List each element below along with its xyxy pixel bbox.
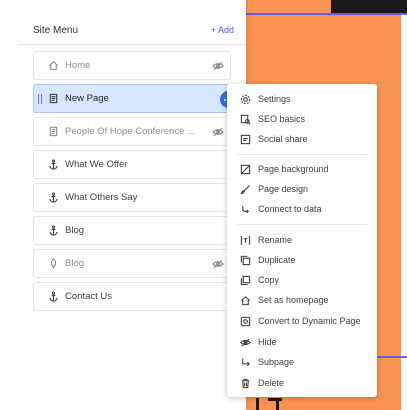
menu-item-label: Copy <box>258 275 280 285</box>
page-item-label: Blog <box>65 225 85 236</box>
page-item-label: People Of Hope Conference ... <box>65 126 195 137</box>
menu-item-label: Subpage <box>258 357 295 367</box>
page-item-label: New Page <box>65 93 109 104</box>
home-icon <box>239 294 251 306</box>
menu-item-hide[interactable]: Hide <box>227 332 377 352</box>
hidden-eye-icon <box>212 126 224 138</box>
canvas-guide-line-lower <box>376 356 407 358</box>
page-item-label: What We Offer <box>65 159 128 170</box>
page-item-contact-us[interactable]: Contact Us <box>33 282 231 311</box>
menu-item-label: Set as homepage <box>258 295 329 305</box>
anchor-icon <box>47 191 60 204</box>
menu-item-convert-to-dynamic-page[interactable]: Convert to Dynamic Page <box>227 311 377 331</box>
menu-item-subpage[interactable]: Subpage <box>227 352 377 372</box>
menu-item-copy[interactable]: Copy <box>227 270 377 290</box>
canvas-element-fragment <box>250 396 288 410</box>
page-item-label: Blog <box>65 258 85 269</box>
dynamic-page-icon <box>239 315 251 327</box>
page-item-people-of-hope[interactable]: People Of Hope Conference ... <box>33 117 231 146</box>
menu-item-label: SEO basics <box>258 114 306 124</box>
hidden-eye-icon <box>212 258 224 270</box>
hide-icon <box>239 336 251 348</box>
gear-icon <box>239 93 251 105</box>
anchor-icon <box>47 158 60 171</box>
connect-data-icon <box>239 203 251 215</box>
site-menu-title: Site Menu <box>33 24 79 36</box>
menu-item-label: Rename <box>258 235 293 245</box>
page-list: Home New Page People Of Hope Conference … <box>33 51 237 315</box>
rename-icon <box>239 234 251 246</box>
subpage-icon <box>239 356 251 368</box>
menu-item-page-background[interactable]: Page background <box>227 159 377 179</box>
menu-item-label: Delete <box>258 378 285 388</box>
page-context-menu: Settings SEO basics Social share Page ba… <box>227 84 377 397</box>
home-icon <box>47 59 60 72</box>
add-page-button[interactable]: + Add <box>211 25 234 35</box>
page-item-label: What Others Say <box>65 192 138 203</box>
menu-item-label: Hide <box>258 337 277 347</box>
page-item-blog-page[interactable]: Blog <box>33 249 231 278</box>
menu-item-label: Duplicate <box>258 255 296 265</box>
page-item-home[interactable]: Home <box>33 51 231 80</box>
page-item-label: Home <box>65 60 91 71</box>
menu-item-connect-to-data[interactable]: Connect to data <box>227 199 377 219</box>
menu-divider <box>237 224 367 225</box>
trash-icon <box>239 377 251 389</box>
canvas-guide-line <box>246 13 407 15</box>
menu-item-page-design[interactable]: Page design <box>227 179 377 199</box>
page-icon <box>47 92 60 105</box>
menu-item-label: Social share <box>258 134 308 144</box>
menu-item-label: Page background <box>258 164 329 174</box>
menu-item-label: Settings <box>258 94 291 104</box>
menu-item-settings[interactable]: Settings <box>227 89 377 109</box>
canvas-header-strip <box>331 0 407 14</box>
page-item-what-we-offer[interactable]: What We Offer <box>33 150 231 179</box>
anchor-icon <box>47 224 60 237</box>
menu-item-label: Page design <box>258 184 309 194</box>
hidden-eye-icon <box>212 60 224 72</box>
drag-handle-icon[interactable] <box>38 94 42 104</box>
site-menu-panel: Site Menu + Add Home New Page People Of … <box>19 0 246 410</box>
menu-item-set-as-homepage[interactable]: Set as homepage <box>227 290 377 310</box>
brush-icon <box>239 183 251 195</box>
menu-item-rename[interactable]: Rename <box>227 230 377 250</box>
page-item-new-page[interactable]: New Page <box>33 84 237 113</box>
page-item-label: Contact Us <box>65 291 112 302</box>
menu-item-seo-basics[interactable]: SEO basics <box>227 109 377 129</box>
anchor-icon <box>47 290 60 303</box>
page-icon <box>47 125 60 138</box>
header-divider <box>19 44 246 45</box>
seo-icon <box>239 113 251 125</box>
menu-item-label: Convert to Dynamic Page <box>258 316 361 326</box>
site-menu-header: Site Menu + Add <box>33 22 234 38</box>
page-item-what-others-say[interactable]: What Others Say <box>33 183 231 212</box>
copy-icon <box>239 274 251 286</box>
social-share-icon <box>239 133 251 145</box>
menu-item-label: Connect to data <box>258 204 322 214</box>
background-icon <box>239 163 251 175</box>
menu-item-delete[interactable]: Delete <box>227 373 377 393</box>
page-item-blog-anchor[interactable]: Blog <box>33 216 231 245</box>
menu-divider <box>237 154 367 155</box>
pin-icon <box>47 257 60 270</box>
menu-item-duplicate[interactable]: Duplicate <box>227 250 377 270</box>
menu-item-social-share[interactable]: Social share <box>227 129 377 149</box>
duplicate-icon <box>239 254 251 266</box>
